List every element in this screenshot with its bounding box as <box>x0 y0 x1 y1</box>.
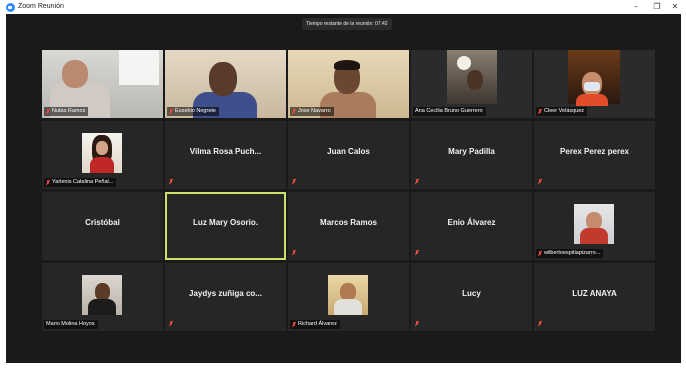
participant-name: Lucy <box>462 289 481 298</box>
participant-label: Mario Molina Hoyos <box>44 320 98 329</box>
profile-picture <box>328 275 368 315</box>
profile-picture <box>574 204 614 244</box>
mic-muted-icon <box>538 179 542 185</box>
mic-muted-icon <box>169 108 173 115</box>
participant-tile[interactable]: Yarlenis Catalina Peñal... <box>42 121 163 189</box>
window-title: Zoom Reunión <box>18 3 64 10</box>
participant-label: Eusebio Negrete <box>167 107 219 116</box>
participant-tile[interactable]: Enio Álvarez <box>411 192 532 260</box>
mic-muted-icon <box>415 179 419 185</box>
participant-label: Ana Cecilia Bruno Guerrero <box>413 107 486 116</box>
title-bar: Zoom Reunión – ❐ ✕ <box>0 0 686 14</box>
participant-name: Ana Cecilia Bruno Guerrero <box>415 108 483 114</box>
mic-muted-icon <box>538 108 542 115</box>
participant-tile[interactable]: Vilma Rosa Puch... <box>165 121 286 189</box>
mic-muted-icon <box>538 321 542 327</box>
participant-tile[interactable]: Richard Álvarez <box>288 263 409 331</box>
minimize-button[interactable]: – <box>625 1 647 13</box>
participant-tile-active-speaker[interactable]: Luz Mary Osorio. <box>165 192 286 260</box>
participant-name: Perex Perez perex <box>560 147 629 156</box>
participant-name: Luz Mary Osorio. <box>193 218 258 227</box>
participant-name: Vilma Rosa Puch... <box>189 147 262 156</box>
participant-label: Richard Álvarez <box>290 320 340 329</box>
participant-name: Jose Navarro <box>298 108 331 114</box>
participant-name: Cristóbal <box>85 218 120 227</box>
mic-muted-icon <box>415 321 419 327</box>
participant-tile[interactable]: Cristóbal <box>42 192 163 260</box>
participant-name: Jaydys zuñiga co... <box>189 289 262 298</box>
participant-label: Yarlenis Catalina Peñal... <box>44 178 117 187</box>
participant-tile[interactable]: Jaydys zuñiga co... <box>165 263 286 331</box>
participant-name: Eusebio Negrete <box>175 108 216 114</box>
participant-name: Juan Calos <box>327 147 370 156</box>
mic-muted-icon <box>46 108 50 115</box>
participant-tile[interactable]: wilbertoespitiapizarro... <box>534 192 655 260</box>
participant-tile[interactable]: LUZ ANAYA <box>534 263 655 331</box>
participant-tile[interactable]: Lucy <box>411 263 532 331</box>
participant-label: Cleer Velásquez <box>536 107 588 116</box>
mic-muted-icon <box>292 179 296 185</box>
participant-tile[interactable]: Nubia Ramos <box>42 50 163 118</box>
participant-name: Nubia Ramos <box>52 108 86 114</box>
participant-name: wilbertoespitiapizarro... <box>544 250 601 256</box>
close-button[interactable]: ✕ <box>664 1 686 13</box>
mic-muted-icon <box>292 250 296 256</box>
mic-muted-icon <box>292 321 296 328</box>
mic-muted-icon <box>538 250 542 257</box>
participant-name: LUZ ANAYA <box>572 289 617 298</box>
mic-muted-icon <box>46 179 50 186</box>
participant-tile[interactable]: Cleer Velásquez <box>534 50 655 118</box>
participant-tile[interactable]: Eusebio Negrete <box>165 50 286 118</box>
participant-tile[interactable]: Perex Perez perex <box>534 121 655 189</box>
mic-muted-icon <box>415 250 419 256</box>
participant-name: Richard Álvarez <box>298 321 337 327</box>
meeting-timer: Tiempo restante de la reunión: 07:42 <box>302 18 392 30</box>
participant-tile[interactable]: Juan Calos <box>288 121 409 189</box>
mic-muted-icon <box>169 321 173 327</box>
participant-tile[interactable]: Ana Cecilia Bruno Guerrero <box>411 50 532 118</box>
participant-tile[interactable]: Jose Navarro <box>288 50 409 118</box>
participant-label: wilbertoespitiapizarro... <box>536 249 604 258</box>
participant-name: Marcos Ramos <box>320 218 377 227</box>
participant-name: Mary Padilla <box>448 147 495 156</box>
participant-name: Enio Álvarez <box>447 218 496 227</box>
participant-name: Mario Molina Hoyos <box>46 321 95 327</box>
profile-picture <box>82 133 122 173</box>
participant-label: Jose Navarro <box>290 107 334 116</box>
gallery-grid: Nubia Ramos Eusebio Negrete Jose Navarro <box>42 50 655 332</box>
participant-name: Cleer Velásquez <box>544 108 585 114</box>
meeting-view: Tiempo restante de la reunión: 07:42 Nub… <box>6 14 681 363</box>
mic-muted-icon <box>169 179 173 185</box>
participant-label: Nubia Ramos <box>44 107 89 116</box>
participant-tile[interactable]: Mario Molina Hoyos <box>42 263 163 331</box>
mic-muted-icon <box>292 108 296 115</box>
participant-tile[interactable]: Mary Padilla <box>411 121 532 189</box>
participant-name: Yarlenis Catalina Peñal... <box>52 179 114 185</box>
zoom-logo-icon <box>6 3 15 12</box>
profile-picture <box>82 275 122 315</box>
participant-tile[interactable]: Marcos Ramos <box>288 192 409 260</box>
